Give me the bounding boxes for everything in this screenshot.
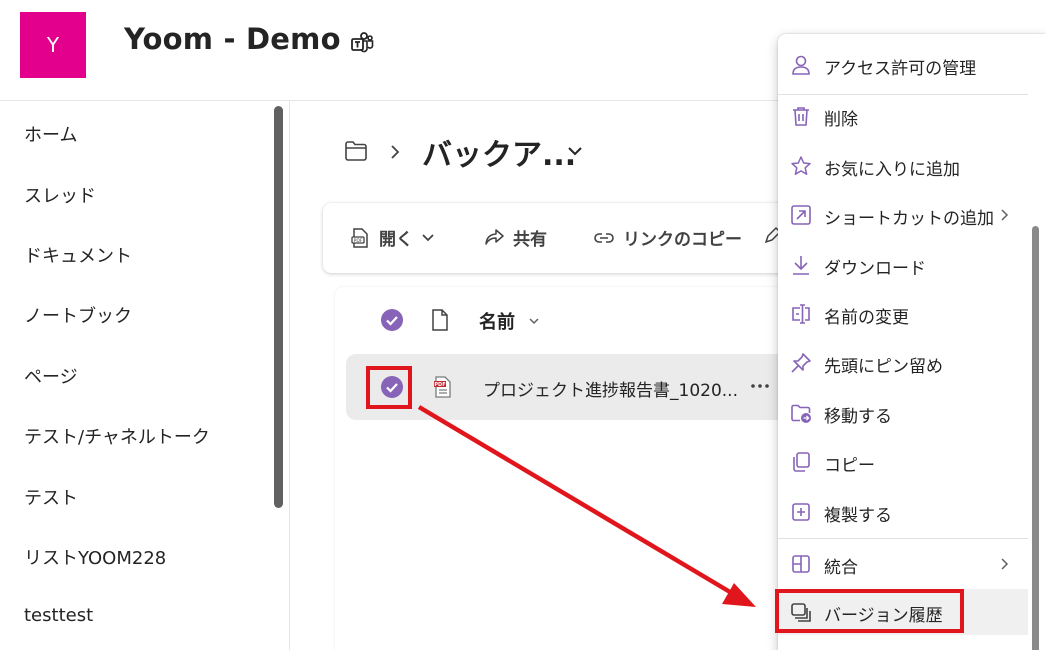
share-button-label: 共有: [513, 230, 547, 250]
menu-item-label: 削除: [824, 110, 858, 130]
menu-item-label: 先頭にピン留め: [824, 357, 943, 377]
site-title[interactable]: Yoom - Demo: [124, 22, 341, 56]
menu-scrollbar[interactable]: [1032, 226, 1039, 650]
file-name[interactable]: プロジェクト進捗報告書_1020...: [483, 376, 738, 401]
sort-chevron-icon[interactable]: [528, 316, 540, 326]
rename-icon: [792, 304, 810, 324]
menu-item-label: 名前の変更: [824, 308, 909, 328]
name-column-header[interactable]: 名前: [479, 308, 515, 334]
nav-item-home[interactable]: ホーム: [24, 121, 77, 147]
nav-item-pages[interactable]: ページ: [24, 363, 78, 389]
pdf-file-icon: PDF: [351, 227, 368, 248]
annotation-box-version-history: [775, 589, 964, 633]
copy-link-button-label: リンクのコピー: [623, 230, 742, 250]
file-type-icon: [432, 309, 448, 331]
duplicate-icon: [792, 503, 810, 521]
share-button[interactable]: 共有: [483, 225, 547, 250]
person-icon: [792, 55, 810, 75]
nav-item-list-yoom228[interactable]: リストYOOM228: [24, 544, 166, 570]
folder-icon[interactable]: [344, 140, 368, 162]
move-folder-icon: [791, 404, 811, 423]
context-menu: アクセス許可の管理 削除 お気に入りに追加 ショートカットの追加 ダウンロード …: [778, 34, 1046, 650]
menu-item-label: 移動する: [824, 407, 892, 427]
chevron-down-icon[interactable]: [566, 144, 584, 158]
integrate-icon: [792, 555, 810, 573]
menu-item-copy[interactable]: コピー: [778, 439, 1028, 485]
chevron-right-icon: [1001, 558, 1009, 570]
teams-icon[interactable]: [350, 31, 374, 55]
menu-item-add-shortcut[interactable]: ショートカットの追加: [778, 192, 1028, 238]
menu-item-label: ショートカットの追加: [824, 209, 994, 229]
site-logo-letter: Y: [46, 33, 60, 57]
menu-item-pin-to-top[interactable]: 先頭にピン留め: [778, 340, 1028, 386]
chevron-down-icon: [422, 233, 434, 241]
menu-item-integrate[interactable]: 統合: [778, 541, 1028, 587]
menu-item-label: 統合: [824, 558, 858, 578]
folder-title[interactable]: バックア...: [422, 130, 576, 174]
menu-item-rename[interactable]: 名前の変更: [778, 291, 1028, 337]
menu-item-label: ダウンロード: [824, 259, 926, 279]
more-options-icon[interactable]: [750, 383, 770, 389]
select-all-checkbox[interactable]: [380, 308, 404, 332]
shortcut-icon: [791, 205, 811, 225]
nav-item-testtest[interactable]: testtest: [24, 605, 93, 626]
menu-item-label: お気に入りに追加: [824, 160, 960, 180]
menu-item-duplicate[interactable]: 複製する: [778, 489, 1028, 535]
menu-item-delete[interactable]: 削除: [778, 93, 1028, 139]
site-logo[interactable]: Y: [20, 12, 86, 78]
copy-icon: [793, 452, 810, 472]
pin-icon: [791, 353, 811, 373]
command-bar: PDF 開く 共有 リンクのコピー: [323, 203, 843, 273]
menu-item-label: コピー: [824, 456, 875, 476]
annotation-box-checkbox: [366, 366, 412, 409]
chevron-right-icon: [1001, 209, 1009, 221]
menu-item-add-to-favorites[interactable]: お気に入りに追加: [778, 143, 1028, 189]
left-navigation: ホーム スレッド ドキュメント ノートブック ページ テスト/チャネルトーク テ…: [0, 101, 290, 650]
star-icon: [791, 156, 811, 175]
breadcrumb-chevron-icon: [391, 145, 400, 159]
menu-item-move[interactable]: 移動する: [778, 390, 1028, 436]
nav-item-threads[interactable]: スレッド: [24, 182, 96, 208]
nav-item-documents[interactable]: ドキュメント: [24, 242, 132, 268]
file-list: [335, 287, 805, 650]
menu-item-label: アクセス許可の管理: [824, 59, 977, 79]
share-icon: [485, 228, 504, 245]
nav-item-test[interactable]: テスト: [24, 484, 78, 510]
open-button-label: 開く: [379, 230, 413, 250]
open-button[interactable]: PDF 開く: [349, 225, 443, 250]
pdf-file-icon: PDF: [434, 376, 451, 398]
nav-item-test-channel-talk[interactable]: テスト/チャネルトーク: [24, 423, 210, 449]
menu-divider: [778, 538, 1028, 539]
download-icon: [793, 256, 809, 275]
link-icon: [594, 232, 614, 243]
nav-item-notebook[interactable]: ノートブック: [24, 302, 132, 328]
nav-scrollbar[interactable]: [274, 106, 283, 508]
menu-item-manage-access[interactable]: アクセス許可の管理: [778, 42, 1028, 88]
svg-text:PDF: PDF: [434, 382, 445, 388]
svg-text:PDF: PDF: [354, 238, 363, 244]
menu-item-label: 複製する: [824, 506, 892, 526]
menu-item-download[interactable]: ダウンロード: [778, 242, 1028, 288]
trash-icon: [793, 107, 809, 126]
copy-link-button[interactable]: リンクのコピー: [593, 225, 742, 250]
